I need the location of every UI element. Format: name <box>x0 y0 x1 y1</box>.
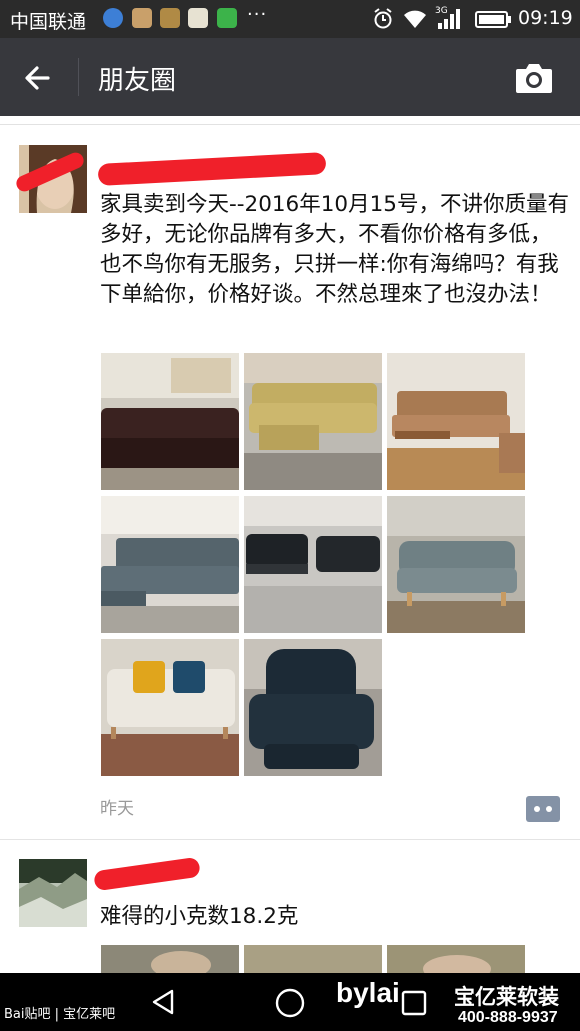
divider <box>0 124 580 125</box>
nav-recents-icon[interactable] <box>400 989 428 1017</box>
brand-logo-text: bylai <box>336 977 400 1008</box>
moments-feed[interactable]: 家具卖到今天--2016年10月15号，不讲你质量有多好，无论你品牌有多大，不看… <box>0 116 580 973</box>
clock: 09:19 <box>518 7 573 29</box>
signal-icon: 3G <box>435 6 460 29</box>
post-photo[interactable] <box>101 353 239 490</box>
back-arrow-icon[interactable] <box>18 58 58 98</box>
redacted-username <box>97 152 327 186</box>
alarm-icon <box>374 8 392 29</box>
notification-app-icon <box>132 8 152 28</box>
post-text: 难得的小克数18.2克 <box>100 904 299 929</box>
post-photo[interactable] <box>244 639 382 776</box>
post-photo[interactable] <box>101 945 239 973</box>
wechat-icon <box>217 8 237 28</box>
post-photo[interactable] <box>387 945 525 973</box>
wifi-icon <box>404 10 426 28</box>
post-divider <box>0 839 580 840</box>
camera-icon[interactable] <box>512 58 556 98</box>
title-bar: 朋友圈 <box>0 38 580 116</box>
brand-name: 宝亿莱软装 <box>454 985 559 1009</box>
notification-app-icon <box>188 8 208 28</box>
post-photo[interactable] <box>244 945 382 973</box>
post-text: 家具卖到今天--2016年10月15号，不讲你质量有多好，无论你品牌有多大，不看… <box>100 192 569 307</box>
post-timestamp: 昨天 <box>100 799 134 819</box>
post-photo[interactable] <box>387 496 525 633</box>
title-divider <box>78 58 79 96</box>
status-bar: 中国联通 ··· 3G 09:19 <box>0 0 580 38</box>
notification-app-icon <box>160 8 180 28</box>
nav-back-icon[interactable] <box>148 987 178 1017</box>
page-title: 朋友圈 <box>98 66 177 96</box>
battery-icon <box>475 11 511 28</box>
redacted-username <box>93 856 201 892</box>
post-photo[interactable] <box>101 496 239 633</box>
post-photo[interactable] <box>101 639 239 776</box>
avatar[interactable] <box>19 859 87 927</box>
brand-phone: 400-888-9937 <box>458 1009 558 1026</box>
more-notifications-icon: ··· <box>247 4 268 25</box>
notification-app-icon <box>103 8 123 28</box>
baidu-tieba-watermark: Bai贴吧 | 宝亿莱吧 <box>4 1007 116 1022</box>
network-type-label: 3G <box>435 6 448 16</box>
post-photo[interactable] <box>387 353 525 490</box>
post-photo[interactable] <box>244 353 382 490</box>
post-photo[interactable] <box>244 496 382 633</box>
nav-home-icon[interactable] <box>274 987 306 1019</box>
carrier-label: 中国联通 <box>10 11 87 33</box>
comment-icon[interactable] <box>526 796 560 822</box>
system-nav-bar: Bai贴吧 | 宝亿莱吧 bylai 宝亿莱软装 400-888-9937 <box>0 973 580 1031</box>
